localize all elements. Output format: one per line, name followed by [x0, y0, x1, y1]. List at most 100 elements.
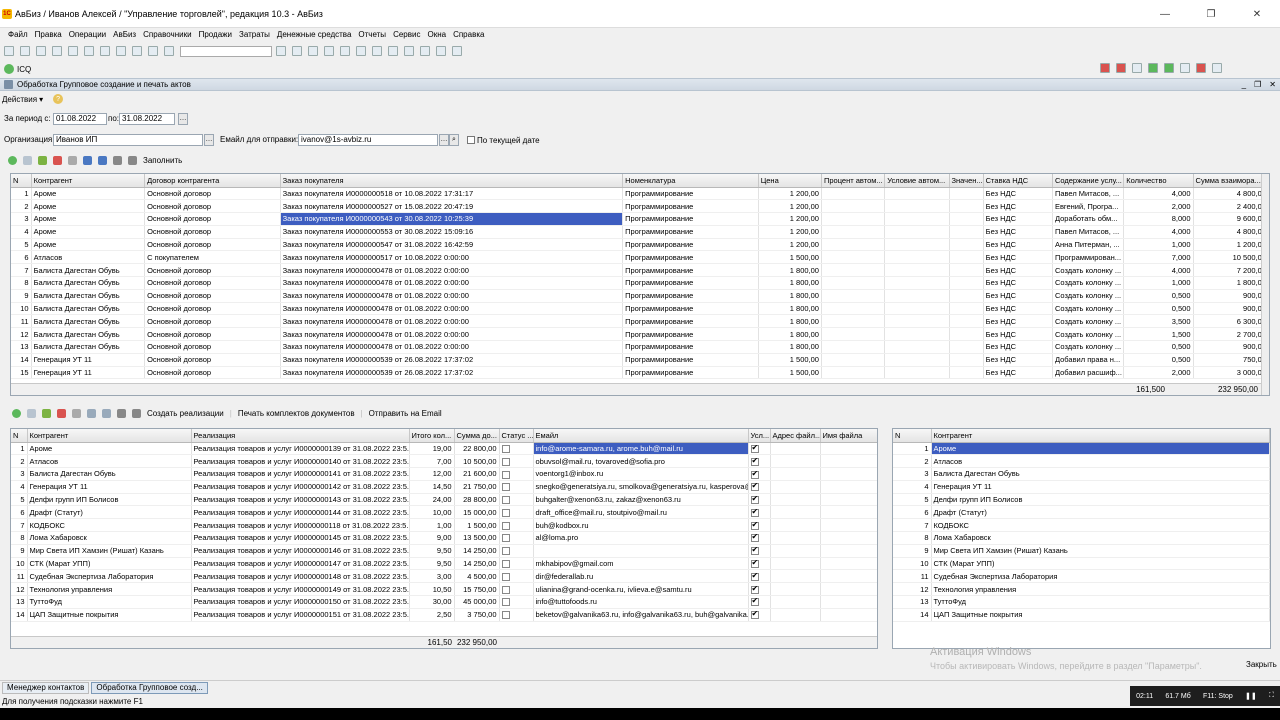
contractors-cell[interactable]: Мир Света ИП Хамзин (Ришат) Казань [931, 544, 1270, 558]
realizations-cell[interactable]: draft_office@mail.ru, stoutpivo@mail.ru [533, 505, 749, 520]
status-checkbox[interactable] [501, 560, 510, 569]
menu-item-5[interactable]: Продажи [199, 30, 232, 39]
orders-cell[interactable] [884, 366, 950, 380]
realizations-cell[interactable] [820, 442, 877, 456]
orders-cell[interactable]: Без НДС [983, 314, 1053, 329]
realizations-cell[interactable]: Реализация товаров и услуг И0000000145 о… [191, 531, 410, 545]
orders-cell[interactable]: Заказ покупателя И0000000527 от 15.08.20… [280, 199, 624, 214]
orders-col-header[interactable]: Ставка НДС [983, 174, 1053, 188]
calendar-icon[interactable] [356, 46, 366, 56]
realizations-cell[interactable] [499, 480, 534, 494]
contractors-row[interactable]: 4 Генерация УТ 11 [893, 480, 1270, 494]
realizations-cell[interactable] [770, 518, 821, 533]
orders-cell[interactable]: 15 [11, 366, 32, 380]
menu-item-2[interactable]: Операции [69, 30, 106, 39]
new-doc-icon[interactable] [4, 46, 14, 56]
realizations-cell[interactable] [533, 544, 749, 558]
realizations-cell[interactable] [499, 518, 534, 533]
orders-cell[interactable] [949, 187, 984, 201]
realizations-cell[interactable]: 14 250,00 [454, 557, 500, 571]
orders-cell[interactable]: 10 [11, 302, 32, 316]
status-checkbox[interactable] [501, 534, 510, 543]
orders-cell[interactable]: 3,500 [1123, 314, 1194, 329]
orders-cell[interactable]: 1,000 [1123, 276, 1194, 290]
realizations-cell[interactable]: al@loma.pro [533, 531, 749, 545]
menu-item-6[interactable]: Затраты [239, 30, 270, 39]
realizations-cell[interactable] [770, 557, 821, 571]
orders-cell[interactable]: Заказ покупателя И0000000547 от 31.08.20… [280, 238, 624, 252]
orders-row[interactable]: 4 Ароме Основной договор Заказ покупателя И… [11, 225, 1269, 239]
realizations-cell[interactable] [820, 582, 877, 597]
orders-cell[interactable]: Без НДС [983, 289, 1053, 303]
orders-cell[interactable]: Балиста Дагестан Обувь [31, 289, 146, 303]
orders-cell[interactable]: Ароме [31, 238, 146, 252]
realizations-cell[interactable]: 4 500,00 [454, 569, 500, 584]
contractors-cell[interactable]: 3 [893, 467, 932, 481]
realizations-cell[interactable]: 15 750,00 [454, 582, 500, 597]
realizations-cell[interactable] [748, 480, 771, 494]
realizations-cell[interactable]: 14 [11, 608, 28, 622]
orders-cell[interactable]: 2,000 [1123, 366, 1194, 380]
realizations-cell[interactable] [748, 595, 771, 609]
realizations-cell[interactable]: КОДБОКС [27, 518, 192, 533]
email-select-button[interactable]: … [439, 134, 449, 146]
sort-desc-icon[interactable] [132, 408, 141, 418]
orders-cell[interactable]: 5 [11, 238, 32, 252]
orders-cell[interactable]: 900,00 [1193, 340, 1269, 354]
orders-cell[interactable]: Создать колонку ... [1052, 263, 1125, 278]
orders-cell[interactable]: Программирование [622, 250, 759, 265]
orders-cell[interactable]: Создать колонку ... [1052, 289, 1125, 303]
realizations-cell[interactable] [820, 595, 877, 609]
realizations-cell[interactable]: Лома Хабаровск [27, 531, 192, 545]
orders-row[interactable]: 3 Ароме Основной договор Заказ покупателя И… [11, 212, 1269, 226]
refresh-icon[interactable] [292, 46, 302, 56]
orders-cell[interactable]: Создать колонку ... [1052, 314, 1125, 329]
condition-checkbox[interactable] [750, 520, 759, 530]
realizations-cell[interactable]: Реализация товаров и услуг И0000000140 о… [191, 454, 410, 469]
orders-col-header[interactable]: Содержание услу... [1052, 174, 1125, 188]
realizations-cell[interactable] [748, 493, 771, 507]
filter-icon[interactable] [1212, 63, 1222, 73]
realizations-cell[interactable] [499, 608, 534, 622]
realizations-row[interactable]: 13 ТуттоФуд Реализация товаров и услуг И00… [11, 595, 877, 609]
orders-cell[interactable]: Создать колонку ... [1052, 276, 1125, 290]
orders-cell[interactable]: 1,500 [1123, 327, 1194, 342]
sort-asc-icon[interactable] [117, 408, 126, 418]
add-row-icon[interactable] [8, 155, 17, 165]
realizations-cell[interactable]: 3 750,00 [454, 608, 500, 622]
realizations-cell[interactable] [499, 557, 534, 571]
open-icon[interactable] [20, 46, 30, 56]
orders-col-header[interactable]: N [11, 174, 32, 188]
m-minus-icon[interactable] [436, 46, 446, 56]
icq-icon[interactable] [4, 64, 14, 74]
orders-cell[interactable] [949, 263, 984, 278]
realizations-cell[interactable]: Технология управления [27, 582, 192, 597]
edit-row-icon[interactable] [38, 155, 47, 165]
orders-cell[interactable]: Балиста Дагестан Обувь [31, 340, 146, 354]
realizations-cell[interactable]: 45 000,00 [454, 595, 500, 609]
condition-checkbox[interactable] [750, 571, 759, 581]
orders-col-header[interactable]: Номенклатура [622, 174, 759, 188]
contractors-row[interactable]: 6 Драфт (Статут) [893, 505, 1270, 520]
book-icon[interactable] [1196, 63, 1206, 73]
orders-cell[interactable]: Заказ покупателя И0000000539 от 26.08.20… [280, 366, 624, 380]
export-icon[interactable] [1180, 63, 1190, 73]
orders-cell[interactable] [884, 276, 950, 290]
orders-cell[interactable] [884, 199, 950, 214]
orders-cell[interactable]: Основной договор [144, 327, 281, 342]
orders-row[interactable]: 13 Балиста Дагестан Обувь Основной договор… [11, 340, 1269, 354]
orders-cell[interactable]: 14 [11, 353, 32, 367]
orders-cell[interactable]: Основной договор [144, 187, 281, 201]
orders-cell[interactable]: 3 [11, 212, 32, 226]
condition-checkbox[interactable] [750, 545, 759, 556]
realizations-cell[interactable] [770, 480, 821, 494]
realizations-cell[interactable] [820, 531, 877, 545]
status-checkbox[interactable] [501, 547, 510, 556]
close-icon[interactable]: ✕ [1234, 0, 1280, 28]
realizations-cell[interactable]: Мир Света ИП Хамзин (Ришат) Казань [27, 544, 192, 558]
orders-cell[interactable]: 1 800,00 [1193, 276, 1269, 290]
realizations-cell[interactable]: Реализация товаров и услуг И0000000142 о… [191, 480, 410, 494]
calculator-icon[interactable] [372, 46, 382, 56]
settings-icon[interactable] [1132, 63, 1142, 73]
orders-cell[interactable]: 1 200,00 [758, 225, 822, 239]
